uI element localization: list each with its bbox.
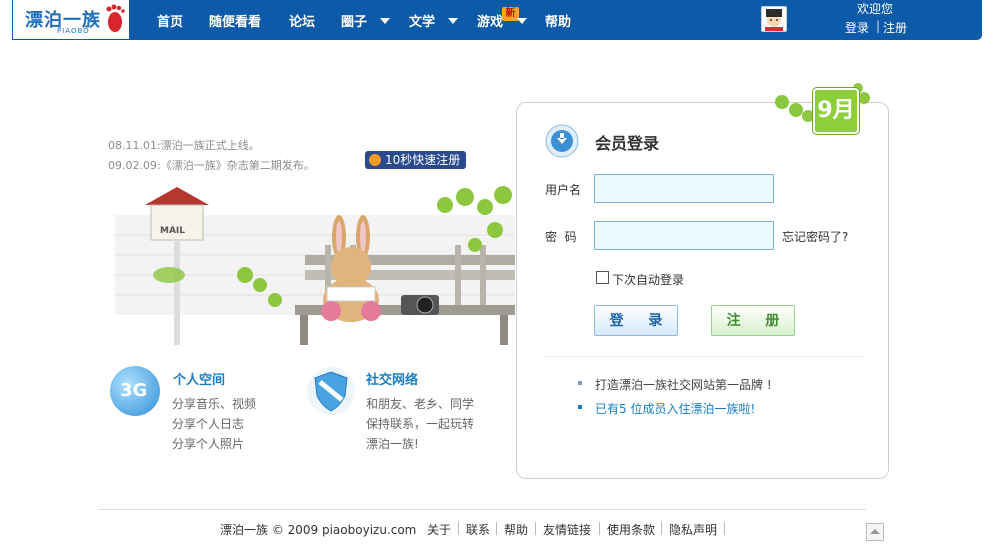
news-item[interactable]: 08.11.01:漂泊一族正式上线。 (108, 137, 260, 153)
3g-icon: 3G (110, 366, 160, 416)
avatar[interactable] (761, 6, 787, 32)
chevron-down-icon[interactable] (517, 18, 527, 24)
register-link[interactable]: 注册 (883, 19, 907, 36)
logo[interactable]: 漂泊一族 PIAOBO (12, 0, 130, 40)
footer-link-about[interactable]: 关于 (427, 521, 451, 538)
login-link[interactable]: 登录 (845, 19, 869, 36)
3g-icon-text: 3G (120, 380, 148, 401)
footer-separator (724, 522, 725, 535)
nav-item-home[interactable]: 首页 (157, 11, 183, 30)
back-to-top-icon[interactable] (866, 523, 884, 541)
login-title: 会员登录 (595, 134, 660, 153)
nav-item-help[interactable]: 帮助 (545, 11, 571, 30)
password-label: 密 码 (545, 230, 577, 244)
login-panel (516, 102, 889, 479)
copyright-text: 漂泊一族 © 2009 piaoboyizu.com (220, 523, 417, 537)
footer-link-contact[interactable]: 联系 (466, 521, 490, 538)
forgot-password-link[interactable]: 忘记密码了? (782, 228, 848, 245)
footer-separator (458, 522, 459, 535)
feature-line: 漂泊一族! (366, 437, 419, 451)
tip-text: 打造漂泊一族社交网站第一品牌 ! (595, 378, 772, 392)
nav-item-games[interactable]: 游戏 (477, 11, 503, 30)
news-item[interactable]: 09.02.09:《漂泊一族》杂志第二期发布。 (108, 157, 315, 173)
shield-icon (307, 367, 355, 415)
feature-line: 分享个人日志 (172, 417, 245, 431)
feature-title-personal-space[interactable]: 个人空间 (173, 369, 225, 388)
username-input[interactable] (594, 174, 774, 203)
footer-link-terms[interactable]: 使用条款 (607, 521, 655, 538)
remember-me-label[interactable]: 下次自动登录 (612, 271, 684, 288)
quick-register-button[interactable]: 10秒快速注册 (365, 151, 467, 169)
feature-line: 分享个人照片 (172, 437, 245, 451)
mailbox-label: MAIL (160, 226, 185, 236)
panel-divider (545, 356, 863, 357)
logo-subtext: PIAOBO (57, 27, 90, 35)
user-face-icon (765, 9, 783, 31)
nav-item-browse[interactable]: 随便看看 (209, 11, 261, 30)
hero-illustration: MAIL (95, 175, 515, 350)
nav-item-literature[interactable]: 文学 (409, 11, 435, 30)
feature-line: 和朋友、老乡、同学 (366, 397, 475, 411)
footprint-icon (106, 4, 125, 32)
nav-item-forum[interactable]: 论坛 (289, 11, 315, 30)
top-nav-bar: 漂泊一族 PIAOBO 首页 随便看看 论坛 圈子 文学 游戏 新 帮助 欢迎您… (12, 0, 982, 40)
footer-link-help[interactable]: 帮助 (504, 521, 528, 538)
month-badge: 9月 (813, 88, 859, 134)
feature-line: 分享音乐、视频 (172, 397, 257, 411)
bullet-icon (578, 405, 582, 409)
footer-link-friends[interactable]: 友情链接 (543, 521, 591, 538)
link-separator: | (876, 19, 881, 33)
footer-divider (98, 509, 866, 510)
footer-separator (496, 522, 497, 535)
nav-item-circles[interactable]: 圈子 (341, 11, 367, 30)
footer-link-privacy[interactable]: 隐私声明 (669, 521, 717, 538)
register-button[interactable]: 注 册 (711, 305, 795, 336)
remember-me-checkbox[interactable] (596, 271, 609, 284)
footer-separator (535, 522, 536, 535)
camera-icon (401, 295, 439, 315)
username-label: 用户名 (545, 183, 582, 197)
chevron-down-icon[interactable] (380, 18, 390, 24)
quick-register-label: 10秒快速注册 (385, 153, 461, 167)
footer-separator (661, 522, 662, 535)
login-button[interactable]: 登 录 (594, 305, 678, 336)
chevron-down-icon[interactable] (448, 18, 458, 24)
feature-title-social-network[interactable]: 社交网络 (366, 369, 418, 388)
password-input[interactable] (594, 221, 774, 250)
feature-line: 保持联系，一起玩转 (366, 417, 475, 431)
footer-separator (599, 522, 600, 535)
bullet-icon (578, 381, 582, 385)
member-count-text[interactable]: 已有5 位成员入住漂泊一族啦! (595, 400, 755, 417)
quick-register-icon (369, 154, 381, 166)
download-arrow-icon (545, 124, 579, 158)
welcome-text: 欢迎您 (857, 2, 894, 16)
